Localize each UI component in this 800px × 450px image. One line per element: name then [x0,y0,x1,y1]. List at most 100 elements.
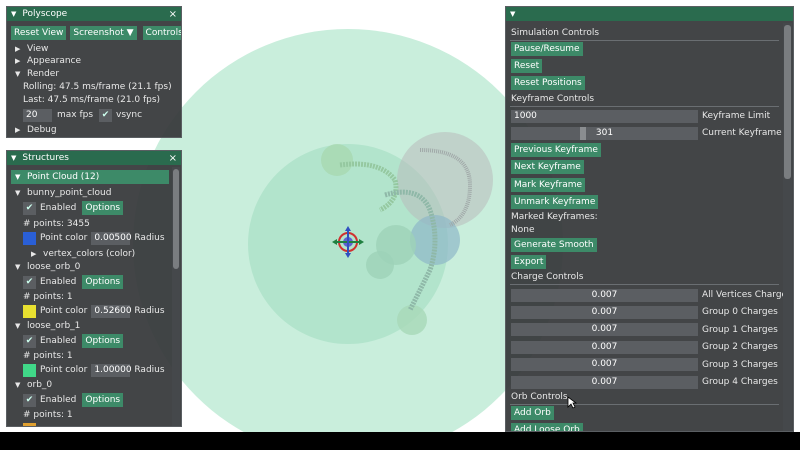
mark-keyframe-button[interactable]: Mark Keyframe [511,178,586,192]
structures-window: ▼ Structures × ▼ Point Cloud (12) ▼ bunny_… [6,150,182,427]
screenshot-button[interactable]: Screenshot ▼ [70,26,137,40]
add-loose-orb-button[interactable]: Add Loose Orb [511,423,583,431]
generate-smooth-button[interactable]: Generate Smooth [511,238,597,252]
chevron-right-icon: ▶ [15,126,21,134]
scrollbar-thumb[interactable] [173,169,179,269]
simulation-controls-header: Simulation Controls [511,28,600,38]
reset-view-button[interactable]: Reset View [11,26,67,40]
point-count: # points: 1 [23,410,73,420]
scrollbar-thumb[interactable] [784,25,791,179]
mouse-cursor-icon [567,396,577,409]
structure-name: orb_0 [27,380,53,390]
controls-window: ▼ Simulation Controls Pause/Resume Reset… [505,6,794,432]
structure-node[interactable]: ▼ orb_0 [15,378,181,392]
collapse-icon[interactable]: ▼ [11,154,16,162]
render-label: Render [27,69,60,79]
enabled-checkbox[interactable]: ✔ [23,393,36,407]
charge-slider[interactable]: 0.007 [511,358,698,372]
point-color-swatch[interactable] [23,363,36,377]
window-title: Polyscope [22,9,68,19]
charge-slider[interactable]: 0.007 [511,288,698,302]
next-keyframe-button[interactable]: Next Keyframe [511,160,584,174]
pause-resume-button[interactable]: Pause/Resume [511,42,583,56]
point-cloud-group-header[interactable]: ▼ Point Cloud (12) [11,170,169,184]
controls-title-bar[interactable]: ▼ [506,7,793,21]
charge-controls-header: Charge Controls [511,272,584,282]
charge-label: All Vertices Charges [702,290,792,300]
options-button[interactable]: Options [82,334,124,348]
enabled-checkbox[interactable]: ✔ [23,334,36,348]
max-fps-input[interactable]: 20 [23,108,52,122]
radius-input[interactable]: 0.00500 [91,231,132,245]
reset-button[interactable]: Reset [511,59,543,73]
charge-row: 0.007 Group 3 Charges [511,358,793,372]
point-color-swatch[interactable] [23,422,36,426]
export-button[interactable]: Export [511,255,547,269]
radius-label: Radius [134,365,165,375]
orb-sphere [321,144,353,176]
slider-grip[interactable] [580,126,586,140]
charge-row: 0.007 Group 0 Charges [511,305,793,319]
vsync-label: vsync [116,110,143,120]
structure-node[interactable]: ▼ loose_orb_0 [15,260,181,274]
structure-name: loose_orb_0 [27,262,81,272]
keyframe-limit-input[interactable]: 1000 [511,109,698,123]
enabled-label: Enabled [40,277,77,287]
point-color-label: Point color [40,233,88,243]
radius-label: Radius [134,306,165,316]
controls-button[interactable]: Controls [142,26,181,40]
options-button[interactable]: Options [82,275,124,289]
options-button[interactable]: Options [82,393,124,407]
structures-title-bar[interactable]: ▼ Structures × [7,151,181,165]
charge-label: Group 1 Charges [702,324,778,335]
point-color-swatch[interactable] [23,231,36,245]
point-color-swatch[interactable] [23,304,36,318]
radius-input[interactable]: 0.52600 [91,304,132,318]
render-tree-node[interactable]: ▼ Render [15,67,181,81]
polyscope-title-bar[interactable]: ▼ Polyscope × [7,7,181,21]
charge-slider[interactable]: 0.007 [511,340,698,354]
structure-name: bunny_point_cloud [27,188,112,198]
point-color-label: Point color [40,306,88,316]
orb-controls-header: Orb Controls [511,392,568,402]
debug-tree-node[interactable]: ▶ Debug [15,123,181,137]
enabled-checkbox[interactable]: ✔ [23,201,36,215]
chevron-down-icon: ▼ [15,70,21,78]
orb-sphere [366,251,394,279]
charge-slider[interactable]: 0.007 [511,323,698,337]
window-title: Structures [22,153,69,163]
view-label: View [27,44,49,54]
add-orb-button[interactable]: Add Orb [511,406,554,420]
charge-slider[interactable]: 0.007 [511,305,698,319]
group-label: Point Cloud (12) [27,172,100,182]
current-keyframe-slider[interactable]: 301 [511,126,698,140]
enabled-label: Enabled [40,336,77,346]
collapse-icon[interactable]: ▼ [510,10,515,18]
charge-label: Group 2 Charges [702,342,778,353]
close-icon[interactable]: × [169,153,177,164]
enabled-checkbox[interactable]: ✔ [23,275,36,289]
options-button[interactable]: Options [82,201,124,215]
radius-input[interactable]: 1.00000 [91,363,132,377]
scrollbar[interactable] [783,23,792,431]
reset-positions-button[interactable]: Reset Positions [511,76,585,90]
max-fps-label: max fps [57,110,94,120]
collapse-icon[interactable]: ▼ [11,10,16,18]
vsync-checkbox[interactable]: ✔ [99,108,113,122]
unmark-keyframe-button[interactable]: Unmark Keyframe [511,195,599,209]
quantity-node[interactable]: ▶ vertex_colors (color) [31,247,181,261]
enabled-label: Enabled [40,203,77,213]
bottom-bar [0,432,800,450]
charge-row: 0.007 Group 2 Charges [511,340,793,354]
appearance-tree-node[interactable]: ▶ Appearance [15,54,181,68]
chevron-down-icon: ▼ [15,381,21,389]
scrollbar[interactable] [172,167,180,426]
keyframe-limit-label: Keyframe Limit [702,111,771,121]
point-count: # points: 1 [23,292,73,302]
close-icon[interactable]: × [169,9,177,20]
previous-keyframe-button[interactable]: Previous Keyframe [511,143,601,157]
structure-node[interactable]: ▼ bunny_point_cloud [15,186,181,200]
chevron-down-icon: ▼ [15,263,21,271]
charge-slider[interactable]: 0.007 [511,375,698,389]
structure-node[interactable]: ▼ loose_orb_1 [15,319,181,333]
